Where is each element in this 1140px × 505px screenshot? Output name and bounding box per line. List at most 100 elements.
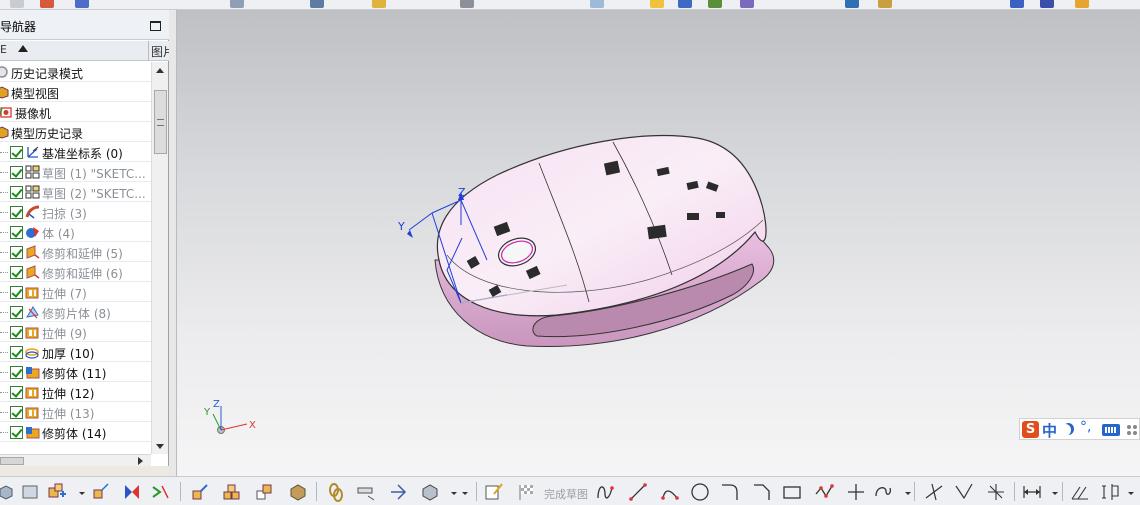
extend-curve-icon[interactable] [954,482,974,502]
visibility-checkbox[interactable] [10,246,23,259]
corner-icon[interactable] [986,482,1006,502]
panel-splitter[interactable] [169,10,177,476]
maximize-icon[interactable] [150,21,161,31]
toolbar-tool-icon[interactable] [845,0,859,8]
toolbar-tool-icon[interactable] [590,0,604,8]
scroll-up-icon[interactable] [156,68,164,73]
toolbar-tool-icon[interactable] [1040,0,1054,8]
toolbar-tool-icon[interactable] [708,0,722,8]
toolbar-tool-icon[interactable] [740,0,754,8]
measure-tool-icon[interactable] [356,482,376,502]
tree-row[interactable]: 拉伸 (12) [0,382,151,402]
spline-icon[interactable] [874,482,894,502]
replace-component-icon[interactable] [254,482,274,502]
tree-row[interactable]: 修剪和延伸 (6) [0,262,151,282]
line-icon[interactable] [628,482,648,502]
visibility-checkbox[interactable] [10,286,23,299]
visibility-checkbox[interactable] [10,306,23,319]
scroll-right-icon[interactable] [138,457,143,465]
circle-icon[interactable] [690,482,710,502]
toolbar-tool-icon[interactable] [372,0,386,8]
dropdown-arrow-icon[interactable] [1128,492,1134,495]
navigator-vertical-scrollbar[interactable] [151,62,168,454]
tree-row[interactable]: 拉伸 (7) [0,282,151,302]
arc-icon[interactable] [660,482,680,502]
horizontal-scroll-thumb[interactable] [0,457,24,465]
toolbar-tool-icon[interactable] [1075,0,1089,8]
visibility-checkbox[interactable] [10,406,23,419]
visibility-checkbox[interactable] [10,366,23,379]
dropdown-arrow-icon[interactable] [1052,492,1058,495]
rapid-dimension-icon[interactable] [1022,482,1042,502]
tree-row[interactable]: 模型历史记录 [0,122,151,142]
toolbar-tool-icon[interactable] [678,0,692,8]
visibility-checkbox[interactable] [10,146,23,159]
tree-row[interactable]: 拉伸 (13) [0,402,151,422]
toolbar-tool-icon[interactable] [10,0,24,8]
sketch-icon[interactable] [484,482,504,502]
tree-row[interactable]: 体 (4) [0,222,151,242]
toolbar-tool-icon[interactable] [230,0,244,8]
visibility-checkbox[interactable] [10,386,23,399]
dropdown-arrow-icon[interactable] [451,492,457,495]
ime-toolbar[interactable]: S 中 °, [1019,418,1140,440]
soft-keyboard-icon[interactable] [1102,424,1120,436]
fillet-icon[interactable] [720,482,740,502]
column-image-header[interactable]: 图片 [151,43,169,60]
geometric-constraint-icon[interactable] [1070,482,1090,502]
tree-row[interactable]: 摄像机 [0,102,151,122]
chamfer-icon[interactable] [752,482,772,502]
toolbar-tool-icon[interactable] [75,0,89,8]
toolbar-tool-icon[interactable] [310,0,324,8]
trim-curve-icon[interactable] [924,482,944,502]
constraint-icon[interactable] [150,482,170,502]
tree-row[interactable]: 修剪体 (11) [0,362,151,382]
visibility-checkbox[interactable] [10,166,23,179]
show-constraints-icon[interactable] [1100,482,1120,502]
rectangle-icon[interactable] [782,482,802,502]
mirror-icon[interactable] [122,482,142,502]
visibility-checkbox[interactable] [10,226,23,239]
visibility-checkbox[interactable] [10,186,23,199]
cube-tool-icon[interactable] [0,482,16,502]
finish-sketch-flag-icon[interactable] [516,482,536,502]
tree-row[interactable]: 模型视图 [0,82,151,102]
ime-language-toggle[interactable]: 中 [1042,420,1057,441]
tree-row[interactable]: 草图 (1) "SKETC... [0,162,151,182]
wave-link-icon[interactable] [288,482,308,502]
toolbar-tool-icon[interactable] [650,0,664,8]
toolbar-tool-icon[interactable] [1010,0,1024,8]
visibility-checkbox[interactable] [10,266,23,279]
graphics-viewport[interactable]: Z Y X Y Z [177,10,1140,476]
move-component-icon[interactable] [90,482,110,502]
chain-link-icon[interactable] [326,482,346,502]
dropdown-arrow-icon[interactable] [79,492,85,495]
ime-logo-icon[interactable]: S [1022,421,1039,438]
component-group-icon[interactable] [222,482,242,502]
profile-icon[interactable] [596,482,616,502]
navigator-horizontal-scrollbar[interactable] [0,454,151,466]
dropdown-arrow-icon[interactable] [905,492,911,495]
view-triad[interactable]: X Y Z [177,399,256,434]
tree-row[interactable]: 拉伸 (9) [0,322,151,342]
tree-row[interactable]: 修剪片体 (8) [0,302,151,322]
visibility-checkbox[interactable] [10,206,23,219]
toolbar-tool-icon[interactable] [460,0,474,8]
tree-row[interactable]: 修剪体 (14) [0,422,151,442]
ime-settings-icon[interactable] [1125,423,1139,437]
visibility-checkbox[interactable] [10,326,23,339]
face-tool-icon[interactable] [20,482,40,502]
tree-row[interactable]: 草图 (2) "SKETC... [0,182,151,202]
pattern-icon[interactable] [190,482,210,502]
section-view-icon[interactable] [388,482,408,502]
sort-ascending-icon[interactable] [18,45,28,52]
scroll-thumb[interactable] [154,90,167,154]
ime-punctuation-toggle[interactable]: °, [1080,419,1091,435]
3d-model-canvas[interactable]: Z Y X Y Z [177,10,1140,476]
visibility-checkbox[interactable] [10,346,23,359]
toolbar-tool-icon[interactable] [40,0,54,8]
half-width-moon-icon[interactable] [1063,423,1074,435]
tree-row[interactable]: 修剪和延伸 (5) [0,242,151,262]
tree-row[interactable]: 加厚 (10) [0,342,151,362]
scroll-down-icon[interactable] [156,444,164,449]
